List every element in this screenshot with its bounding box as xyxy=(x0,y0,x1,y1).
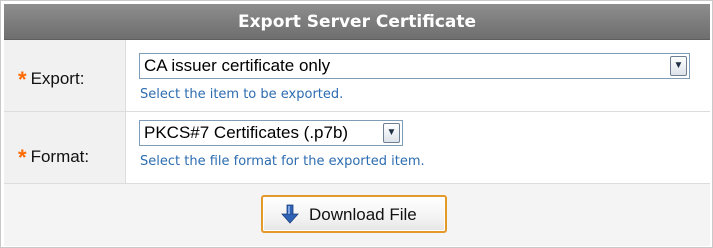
format-label-cell: * Format: xyxy=(4,112,126,183)
format-hint: Select the file format for the exported … xyxy=(140,154,425,169)
export-label-text: Export: xyxy=(30,69,85,88)
format-label: * Format: xyxy=(18,142,90,170)
format-select-value: PKCS#7 Certificates (.p7b) xyxy=(144,123,349,142)
export-row: * Export: CA issuer certificate only ▼ Se… xyxy=(4,40,710,112)
format-select[interactable]: PKCS#7 Certificates (.p7b) ▼ xyxy=(139,120,403,146)
chevron-down-icon[interactable]: ▼ xyxy=(383,123,400,143)
action-row: Download File xyxy=(4,184,710,246)
download-button-label: Download File xyxy=(309,205,417,224)
export-label: * Export: xyxy=(18,64,85,92)
export-label-cell: * Export: xyxy=(4,40,126,111)
chevron-down-icon[interactable]: ▼ xyxy=(670,56,687,76)
export-select[interactable]: CA issuer certificate only ▼ xyxy=(139,53,690,79)
required-asterisk: * xyxy=(18,67,27,92)
export-select-value: CA issuer certificate only xyxy=(144,56,331,75)
export-hint: Select the item to be exported. xyxy=(140,87,344,102)
download-file-button[interactable]: Download File xyxy=(261,195,447,233)
download-arrow-icon xyxy=(281,204,299,224)
format-row: * Format: PKCS#7 Certificates (.p7b) ▼ Se… xyxy=(4,112,710,184)
required-asterisk: * xyxy=(18,145,27,170)
format-label-text: Format: xyxy=(30,147,90,166)
export-certificate-panel: Export Server Certificate * Export: CA is… xyxy=(0,0,713,248)
panel-title: Export Server Certificate xyxy=(4,4,710,40)
